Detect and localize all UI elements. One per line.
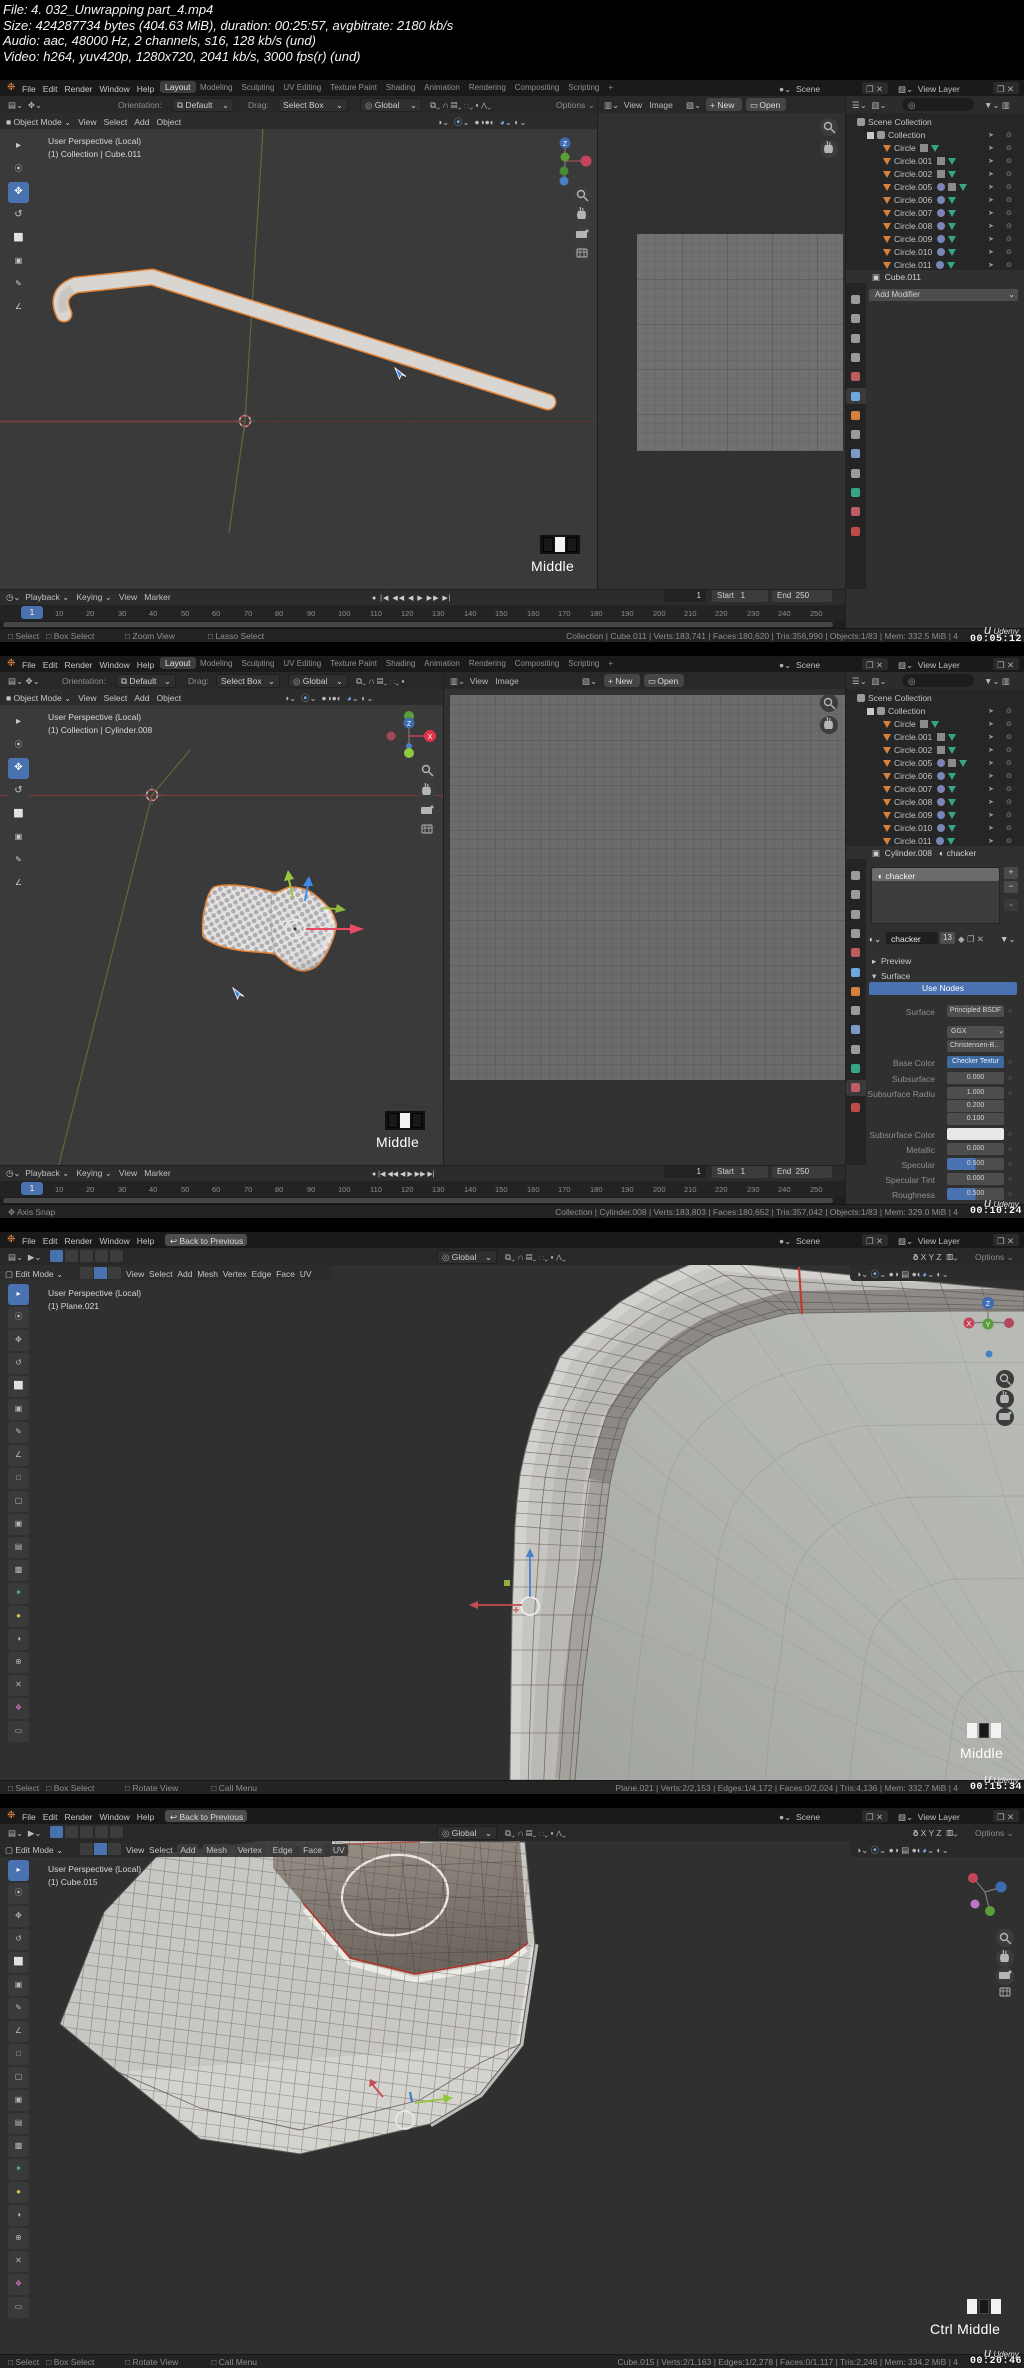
svg-text:Y: Y <box>986 1322 991 1329</box>
svg-text:X: X <box>428 734 433 741</box>
svg-text:Z: Z <box>407 721 412 728</box>
svg-text:Z: Z <box>986 1301 991 1308</box>
svg-text:X: X <box>967 1321 972 1328</box>
svg-text:Z: Z <box>563 141 568 148</box>
